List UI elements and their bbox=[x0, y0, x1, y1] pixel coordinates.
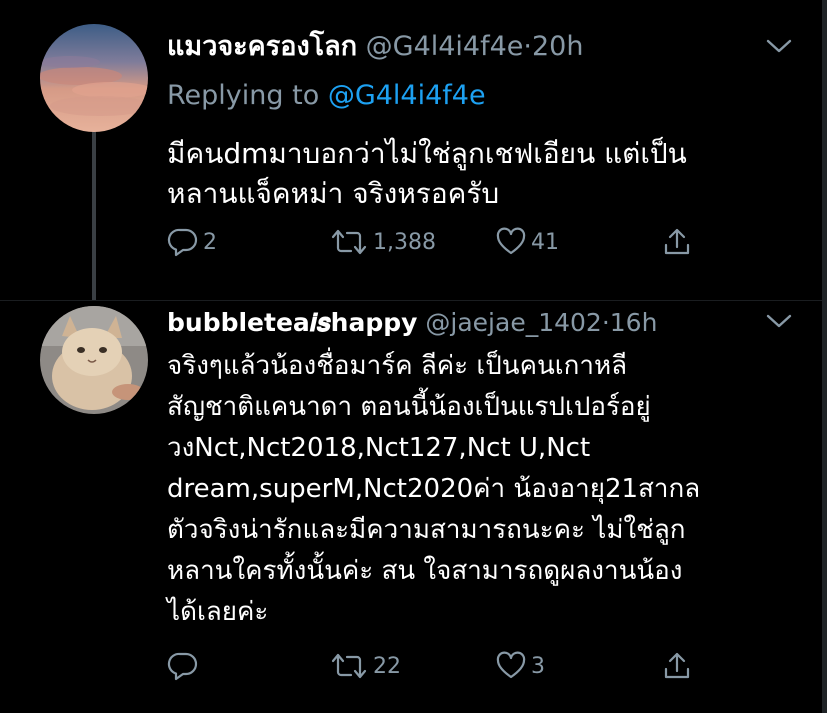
avatar[interactable] bbox=[40, 306, 148, 414]
like-count: 3 bbox=[531, 653, 545, 679]
tweet-text-line: สัญชาติแคนาดา ตอนนี้น้องเป็นแรปเปอร์อยู่ bbox=[167, 392, 651, 422]
reply-icon bbox=[167, 228, 198, 257]
avatar-cat-image bbox=[40, 306, 148, 414]
tweet-text: มีคนdmมาบอกว่าไม่ใช่ลูกเชฟเอียน แต่เป็น … bbox=[167, 134, 687, 214]
retweet-icon bbox=[331, 653, 367, 679]
replying-to: Replying to @G4l4i4f4e bbox=[167, 80, 486, 111]
timestamp[interactable]: 16h bbox=[610, 308, 658, 337]
tweet-text-line: ได้เลยค่ะ bbox=[167, 597, 269, 627]
tweet-text-line: หลานแจ็คหม่า จริงหรอครับ bbox=[167, 177, 500, 210]
chevron-down-icon bbox=[766, 314, 792, 328]
display-name[interactable]: แมวจะครองโลก bbox=[167, 31, 357, 62]
thread-line bbox=[92, 124, 96, 300]
tweet-text-line: มีคนdmมาบอกว่าไม่ใช่ลูกเชฟเอียน แต่เป็น bbox=[167, 137, 687, 170]
tweet-2[interactable]: bubbletea𝒊𝒔happy @jaejae_1402·16h จริงๆแ… bbox=[0, 300, 827, 713]
user-handle[interactable]: @G4l4i4f4e bbox=[366, 31, 524, 62]
tweet-actions: 2 1,388 41 bbox=[167, 226, 727, 266]
like-count: 41 bbox=[531, 229, 559, 255]
avatar[interactable] bbox=[40, 24, 148, 132]
tweet-actions: 22 3 bbox=[167, 650, 727, 690]
retweet-count: 1,388 bbox=[373, 229, 436, 255]
timestamp[interactable]: 20h bbox=[532, 31, 583, 62]
heart-icon bbox=[496, 227, 526, 255]
tweet-text-line: วงNct,Nct2018,Nct127,Nct U,Nct bbox=[167, 433, 591, 463]
retweet-button[interactable]: 1,388 bbox=[329, 226, 436, 258]
share-button[interactable] bbox=[661, 226, 693, 258]
chevron-down-icon bbox=[766, 39, 792, 53]
display-name[interactable]: bubbletea𝒊𝒔happy bbox=[167, 308, 417, 337]
tweet-text-line: หลานใครทั้งนั้นค่ะ สน ใจสามารถดูผลงานน้อ… bbox=[167, 556, 683, 586]
tweet-header: แมวจะครองโลก @G4l4i4f4e·20h bbox=[167, 30, 583, 64]
retweet-icon bbox=[331, 229, 367, 255]
separator-dot: · bbox=[523, 31, 532, 62]
tweet-1[interactable]: แมวจะครองโลก @G4l4i4f4e·20h Replying to … bbox=[0, 0, 827, 300]
avatar-sunset-image bbox=[40, 24, 148, 132]
tweet-header: bubbletea𝒊𝒔happy @jaejae_1402·16h bbox=[167, 306, 657, 340]
like-button[interactable]: 3 bbox=[495, 650, 545, 682]
replying-to-label: Replying to bbox=[167, 80, 320, 111]
share-button[interactable] bbox=[661, 650, 693, 682]
retweet-button[interactable]: 22 bbox=[329, 650, 401, 682]
reply-count: 2 bbox=[203, 229, 217, 255]
share-icon bbox=[664, 228, 690, 255]
like-button[interactable]: 41 bbox=[495, 226, 559, 258]
more-menu-button[interactable] bbox=[766, 313, 792, 333]
retweet-count: 22 bbox=[373, 653, 401, 679]
replying-to-mention[interactable]: @G4l4i4f4e bbox=[328, 80, 486, 111]
tweet-text-line: dream,superM,Nct2020ค่า น้องอายุ21สากล bbox=[167, 474, 701, 504]
reply-icon bbox=[167, 652, 198, 681]
more-menu-button[interactable] bbox=[766, 38, 792, 58]
tweet-text-line: ตัวจริงน่ารักและมีความสามารถนะคะ ไม่ใช่ล… bbox=[167, 515, 686, 545]
reply-button[interactable]: 2 bbox=[167, 226, 217, 258]
heart-icon bbox=[496, 651, 526, 679]
separator-dot: · bbox=[601, 308, 610, 337]
tweet-text: จริงๆแล้วน้องชื่อมาร์ค ลีค่ะ เป็นคนเกาหล… bbox=[167, 346, 700, 633]
user-handle[interactable]: @jaejae_1402 bbox=[425, 308, 601, 337]
share-icon bbox=[664, 652, 690, 679]
tweet-text-line: จริงๆแล้วน้องชื่อมาร์ค ลีค่ะ เป็นคนเกาหล… bbox=[167, 351, 628, 381]
reply-button[interactable] bbox=[167, 650, 203, 682]
